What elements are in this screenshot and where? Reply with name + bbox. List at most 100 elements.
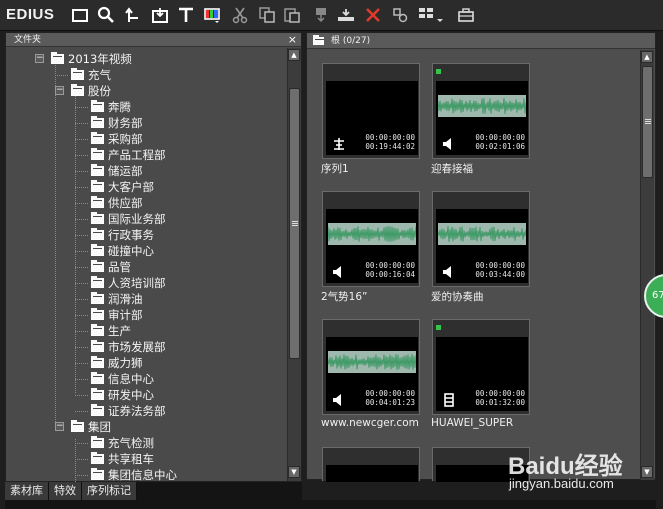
clip-name[interactable]: 序列1 — [321, 161, 349, 176]
clip-thumbnail[interactable]: 00:00:00:00 00:19:44:02 — [322, 63, 420, 159]
clip-scrollbar[interactable]: ▲ ▼ — [640, 50, 654, 480]
tree-item-label: 产品工程部 — [108, 148, 166, 162]
tree-item[interactable]: 采购部 — [91, 131, 143, 147]
timecode-in: 00:00:00:00 — [365, 389, 415, 398]
tree-item-label: 生产 — [108, 324, 131, 338]
tree-item[interactable]: 大客户部 — [91, 179, 154, 195]
paste-icon[interactable] — [282, 5, 302, 25]
tree-item[interactable]: 研发中心 — [91, 387, 154, 403]
clip-screen — [326, 465, 418, 482]
tree-item[interactable]: 碰撞中心 — [91, 243, 154, 259]
app-logo: EDIUS — [6, 6, 55, 23]
tree-item[interactable]: 产品工程部 — [91, 147, 166, 163]
view-mode-icon[interactable] — [416, 5, 446, 25]
color-bar-icon[interactable] — [202, 5, 222, 25]
mark-in-icon[interactable] — [311, 5, 331, 25]
tree-item[interactable]: 润滑油 — [91, 291, 143, 307]
scroll-thumb[interactable] — [642, 66, 653, 178]
tree-item-label: 行政事务 — [108, 228, 154, 242]
clip-thumbnail[interactable]: 00:00:00:00 00:03:44:00 — [432, 191, 530, 287]
tree-item[interactable]: 证券法务部 — [91, 403, 166, 419]
tree-item[interactable]: 行政事务 — [91, 227, 154, 243]
clip-name[interactable]: www.newcger.com — [321, 417, 419, 429]
tree-item[interactable]: 充气检测 — [91, 435, 154, 451]
tree-item[interactable]: 市场发展部 — [91, 339, 166, 355]
search-icon[interactable] — [96, 5, 116, 25]
speaker-icon — [332, 264, 346, 278]
cut-icon[interactable] — [230, 5, 250, 25]
scroll-down-icon[interactable]: ▼ — [641, 466, 653, 478]
scroll-up-icon[interactable]: ▲ — [641, 51, 653, 63]
folder-icon — [91, 132, 104, 144]
up-folder-icon[interactable] — [123, 5, 143, 25]
tree-item[interactable]: 人资培训部 — [91, 275, 166, 291]
tree-item[interactable]: 充气 — [71, 67, 111, 83]
folder-icon — [91, 324, 104, 336]
folder-icon — [313, 35, 324, 45]
scroll-up-icon[interactable]: ▲ — [288, 49, 300, 61]
close-icon[interactable]: × — [288, 33, 297, 46]
folder-icon — [91, 468, 104, 480]
tree-item[interactable]: 品管 — [91, 259, 131, 275]
clip-name[interactable]: 爱的协奏曲 — [431, 289, 484, 304]
folder-tree: − 2013年视频 充气 − 股份 奔腾 财务部 采购部 产品工程部 储运部 大客户部 供应部 国际业务… — [6, 48, 287, 482]
import-icon[interactable] — [150, 5, 170, 25]
timeline-insert-icon[interactable] — [336, 5, 356, 25]
clip-panel-title: 根 (0/27) — [307, 33, 655, 49]
collapse-icon[interactable]: − — [55, 86, 64, 95]
tree-item-label: 碰撞中心 — [108, 244, 154, 258]
tree-connector — [75, 443, 88, 444]
tree-item[interactable]: 信息中心 — [91, 371, 154, 387]
folder-panel-title: 文件夹 — [6, 33, 301, 47]
tree-item[interactable]: 供应部 — [91, 195, 143, 211]
scroll-down-icon[interactable]: ▼ — [288, 466, 300, 478]
tree-item[interactable]: 国际业务部 — [91, 211, 166, 227]
tab-effects[interactable]: 特效 — [49, 482, 82, 500]
clip-name[interactable]: 迎春接福 — [431, 161, 473, 176]
folder-scrollbar[interactable]: ▲ ▼ — [287, 48, 301, 481]
tree-connector — [75, 331, 88, 332]
timecode-duration: 00:01:32:00 — [475, 398, 525, 407]
properties-icon[interactable] — [390, 5, 410, 25]
folder-icon — [91, 404, 104, 416]
tree-item[interactable]: 生产 — [91, 323, 131, 339]
tree-connector — [75, 187, 88, 188]
tree-connector — [75, 363, 88, 364]
tree-item[interactable]: 奔腾 — [91, 99, 131, 115]
collapse-icon[interactable]: − — [55, 422, 64, 431]
folder-icon — [91, 436, 104, 448]
tree-item[interactable]: 威力狮 — [91, 355, 143, 371]
timecode-in: 00:00:00:00 — [475, 389, 525, 398]
folder-icon — [91, 308, 104, 320]
clip-thumbnail[interactable]: 00:00:00:00 00:00:16:04 — [322, 191, 420, 287]
clip-thumbnail[interactable]: 00:00:00:00 00:04:01:23 — [322, 319, 420, 415]
clip-thumbnail[interactable]: 00:00:00:00 00:02:01:06 — [432, 63, 530, 159]
tab-sequence-markers[interactable]: 序列标记 — [82, 482, 137, 500]
title-icon[interactable] — [176, 5, 196, 25]
tree-item[interactable]: 2013年视频 — [51, 51, 132, 67]
bin-icon[interactable] — [456, 5, 476, 25]
tree-item[interactable]: 共享租车 — [91, 451, 154, 467]
tree-item[interactable]: 集团信息中心 — [91, 467, 177, 482]
folder-icon — [91, 260, 104, 272]
folder-icon — [91, 212, 104, 224]
sequence-icon — [332, 136, 346, 150]
clip-name[interactable]: 2气势16” — [321, 289, 367, 304]
scroll-thumb[interactable] — [289, 88, 300, 359]
grip-icon — [292, 221, 298, 226]
clip-thumbnail[interactable] — [322, 447, 420, 482]
tree-item[interactable]: 储运部 — [91, 163, 143, 179]
tree-item[interactable]: 股份 — [71, 83, 111, 99]
folder-icon[interactable] — [70, 5, 90, 25]
tab-bin[interactable]: 素材库 — [5, 482, 49, 500]
clip-name[interactable]: HUAWEI_SUPER — [431, 417, 513, 429]
clip-thumbnail[interactable]: 00:00:00:00 00:01:32:00 — [432, 319, 530, 415]
collapse-icon[interactable]: − — [35, 54, 44, 63]
waveform-icon — [438, 223, 526, 245]
tree-item-label: 集团信息中心 — [108, 468, 177, 482]
delete-icon[interactable] — [363, 5, 383, 25]
tree-item[interactable]: 财务部 — [91, 115, 143, 131]
tree-item[interactable]: 审计部 — [91, 307, 143, 323]
copy-icon[interactable] — [257, 5, 277, 25]
tree-item[interactable]: 集团 — [71, 419, 111, 435]
